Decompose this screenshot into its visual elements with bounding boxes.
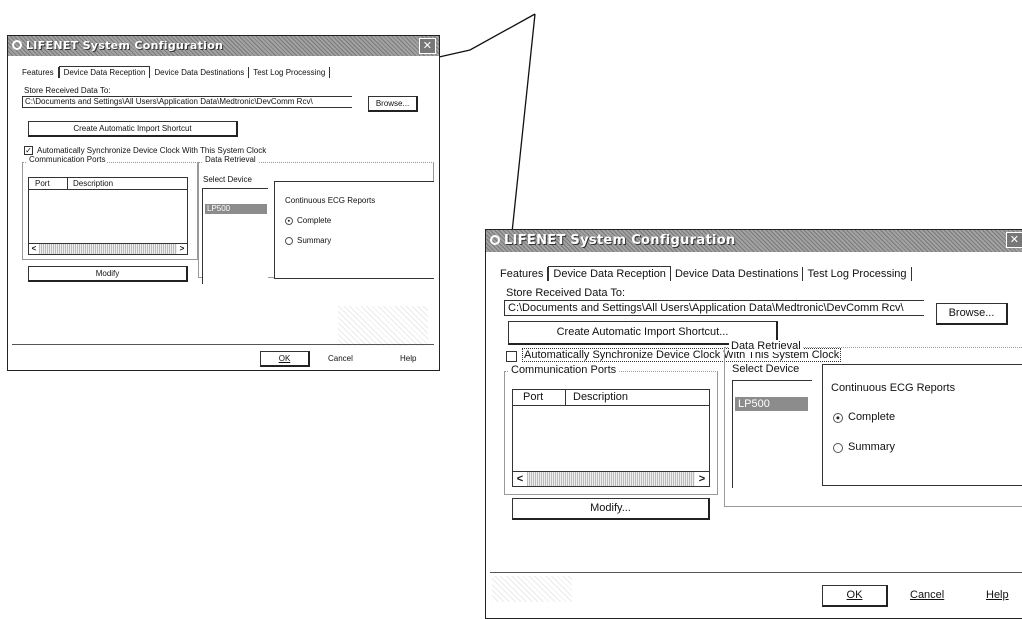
scroll-right-button[interactable]: > <box>177 244 187 254</box>
title-bar: LIFENET System Configuration ✕ <box>486 230 1022 252</box>
store-path-field[interactable]: C:\Documents and Settings\All Users\Appl… <box>504 300 924 316</box>
tab-strip: Features Device Data Reception Device Data… <box>496 266 912 281</box>
lifenet-app-icon <box>490 235 500 245</box>
scroll-right-button[interactable]: > <box>695 472 709 486</box>
tab-features[interactable]: Features <box>18 67 59 78</box>
tab-test-log-processing[interactable]: Test Log Processing <box>803 267 912 281</box>
device-listbox[interactable]: LP500 <box>202 188 268 284</box>
scan-texture <box>338 306 428 346</box>
cancel-button[interactable]: Cancel <box>328 354 353 363</box>
create-shortcut-button[interactable]: Create Automatic Import Shortcut <box>28 121 238 137</box>
column-description[interactable]: Description <box>573 391 628 403</box>
tab-device-data-destinations[interactable]: Device Data Destinations <box>671 267 804 281</box>
tab-strip: Features Device Data Reception Device Data… <box>18 66 331 78</box>
help-button[interactable]: Help <box>986 589 1009 601</box>
close-button[interactable]: ✕ <box>1006 232 1022 248</box>
tab-features[interactable]: Features <box>496 267 549 281</box>
store-received-label: Store Received Data To: <box>506 287 626 299</box>
auto-sync-label: Automatically Synchronize Device Clock W… <box>37 146 267 155</box>
radio-summary-label: Summary <box>297 236 332 245</box>
select-device-label: Select Device <box>203 175 252 184</box>
browse-button[interactable]: Browse... <box>368 96 418 112</box>
ports-list-header: Port Description <box>29 178 187 190</box>
auto-sync-checkbox[interactable] <box>506 351 517 362</box>
radio-complete[interactable] <box>833 413 843 423</box>
store-path-field[interactable]: C:\Documents and Settings\All Users\Appl… <box>22 96 352 108</box>
radio-summary[interactable] <box>833 443 843 453</box>
create-shortcut-button[interactable]: Create Automatic Import Shortcut... <box>506 288 507 289</box>
footer-separator <box>490 572 1022 573</box>
ports-scrollbar[interactable]: < > <box>29 243 187 254</box>
browse-button[interactable]: Browse... <box>936 303 1008 325</box>
ok-button[interactable]: OK <box>822 585 888 607</box>
select-device-label: Select Device <box>732 363 800 375</box>
auto-sync-checkbox[interactable]: ✓ <box>24 146 33 155</box>
ports-list-header: Port Description <box>513 390 709 406</box>
device-item-lp500[interactable]: LP500 <box>735 397 808 411</box>
scan-texture <box>492 576 572 602</box>
title-bar: LIFENET System Configuration ✕ <box>8 36 439 56</box>
column-port[interactable]: Port <box>35 179 50 188</box>
tab-test-log-processing[interactable]: Test Log Processing <box>249 67 331 78</box>
ports-listbox[interactable]: Port Description < > <box>28 177 188 255</box>
lifenet-app-icon <box>12 40 22 50</box>
data-retrieval-legend: Data Retrieval <box>203 155 258 164</box>
radio-summary[interactable] <box>285 237 293 245</box>
scroll-left-button[interactable]: < <box>29 244 39 254</box>
modify-button[interactable]: Modify... <box>512 498 710 520</box>
radio-complete-label: Complete <box>848 411 896 423</box>
device-item-lp500[interactable]: LP500 <box>205 204 267 214</box>
modify-button[interactable]: Modify <box>28 266 188 282</box>
tab-device-data-reception[interactable]: Device Data Reception <box>58 66 151 78</box>
column-port[interactable]: Port <box>523 391 543 403</box>
communication-ports-legend: Communication Ports <box>509 364 619 376</box>
data-retrieval-legend: Data Retrieval <box>729 340 803 352</box>
ecg-reports-panel: Continuous ECG Reports Complete Summary <box>822 364 1022 486</box>
column-description[interactable]: Description <box>73 179 113 188</box>
tab-device-data-destinations[interactable]: Device Data Destinations <box>150 67 250 78</box>
communication-ports-legend: Communication Ports <box>27 155 108 164</box>
tab-device-data-reception[interactable]: Device Data Reception <box>548 266 671 281</box>
store-received-label: Store Received Data To: <box>24 86 111 95</box>
radio-summary-label: Summary <box>848 441 896 453</box>
ports-listbox[interactable]: Port Description < > <box>512 389 710 487</box>
window-title: LIFENET System Configuration <box>504 233 736 248</box>
ecg-reports-label: Continuous ECG Reports <box>831 382 956 394</box>
ecg-reports-label: Continuous ECG Reports <box>285 196 376 205</box>
window-title: LIFENET System Configuration <box>26 39 224 52</box>
ok-button[interactable]: OK <box>260 351 310 367</box>
footer-separator <box>12 344 434 345</box>
ports-scrollbar[interactable]: < > <box>513 471 709 486</box>
help-button[interactable]: Help <box>400 354 416 363</box>
config-dialog-small: LIFENET System Configuration ✕ Features D… <box>7 35 440 371</box>
radio-complete[interactable] <box>285 217 293 225</box>
radio-complete-label: Complete <box>297 216 332 225</box>
device-listbox[interactable]: LP500 <box>732 380 812 488</box>
cancel-button[interactable]: Cancel <box>910 589 944 601</box>
screenshot-canvas: { "dialog": { "title": "LIFENET System C… <box>0 0 1022 619</box>
ecg-reports-panel: Continuous ECG Reports Complete Summary <box>274 181 434 279</box>
close-button[interactable]: ✕ <box>419 38 436 54</box>
config-dialog-large: LIFENET System Configuration ✕ Features D… <box>485 229 1022 619</box>
scroll-left-button[interactable]: < <box>513 472 527 486</box>
